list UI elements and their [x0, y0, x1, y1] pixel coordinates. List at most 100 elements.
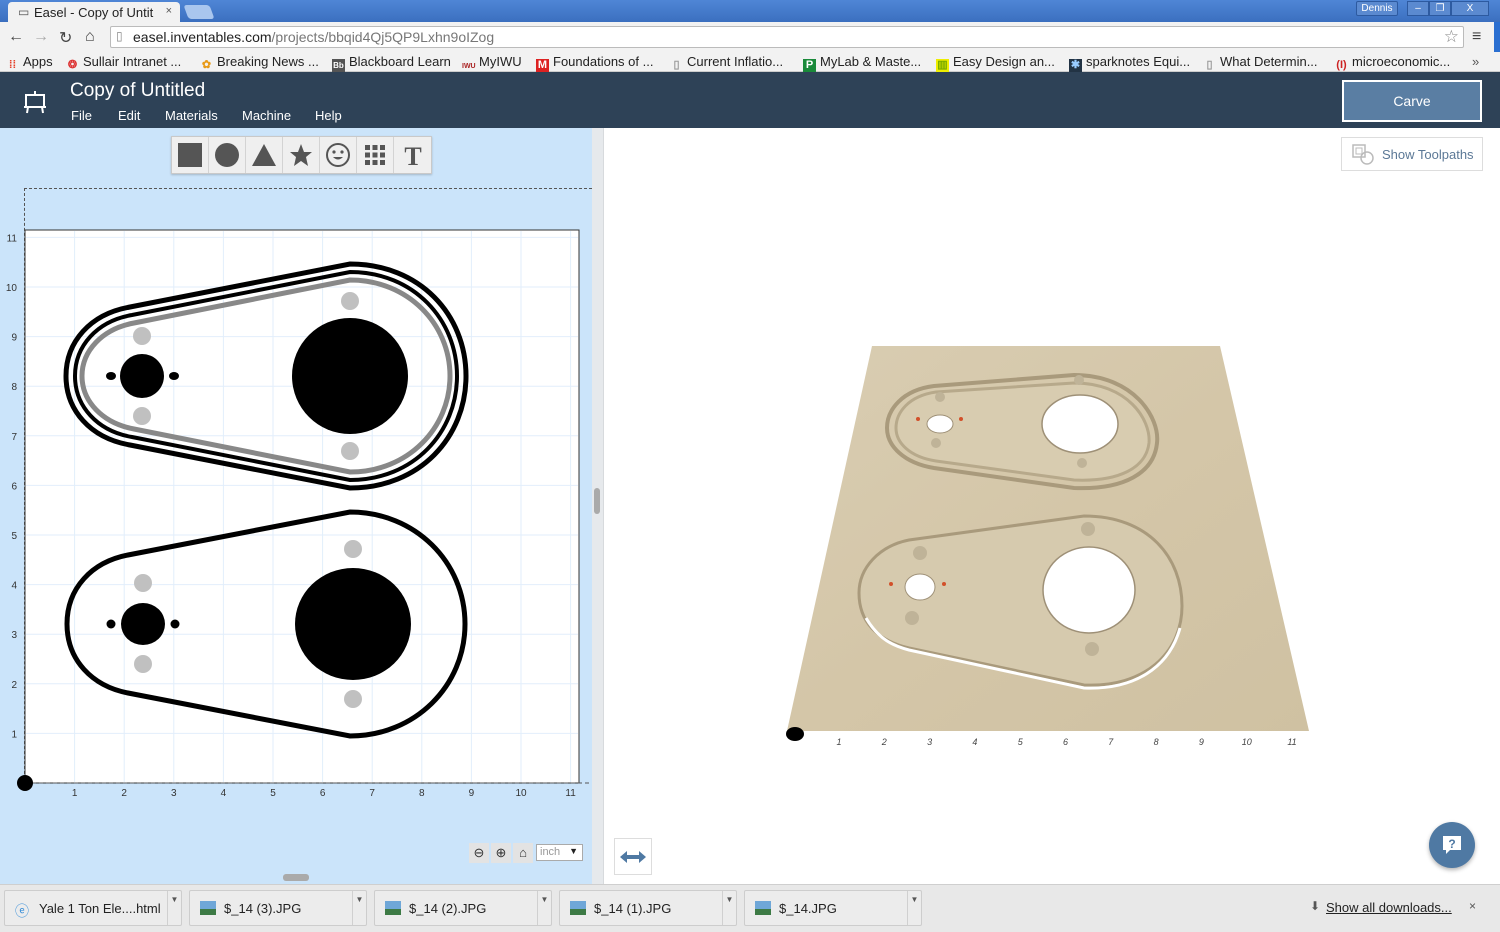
pocket-dot[interactable]: [134, 574, 152, 592]
x-tick-label: 4: [221, 788, 227, 799]
x-axis-ticks: 1 2 3 4 5 6 7 8 9 10 11: [72, 788, 576, 799]
easy-design-icon: ▥: [936, 59, 949, 72]
preview-x-tick-label: 5: [1018, 737, 1024, 747]
carve-button[interactable]: Carve: [1342, 80, 1482, 122]
show-all-downloads-link[interactable]: Show all downloads...: [1326, 900, 1452, 915]
pocket-dot[interactable]: [133, 327, 151, 345]
preview-x-tick-label: 2: [881, 737, 887, 747]
x-tick-label: 5: [270, 788, 276, 799]
swap-view-button[interactable]: [614, 838, 652, 875]
y-tick-label: 6: [11, 481, 17, 492]
download-item[interactable]: $_14.JPG ▼: [744, 890, 922, 926]
download-menu-arrow[interactable]: ▼: [537, 891, 551, 925]
preview-x-tick-label: 6: [1063, 737, 1068, 747]
preview-x-tick-label: 10: [1242, 737, 1252, 747]
bookmark-item[interactable]: P MyLab & Maste...: [803, 54, 921, 72]
preview-origin-marker: [786, 727, 804, 741]
pocket-dot[interactable]: [134, 655, 152, 673]
3d-preview[interactable]: 1 2 3 4 5 6 7 8 9 10 11: [604, 128, 1500, 884]
pocket-dot[interactable]: [341, 292, 359, 310]
bookmark-item[interactable]: ▯ Current Inflatio...: [670, 54, 783, 72]
minimize-button[interactable]: –: [1407, 1, 1429, 16]
download-menu-arrow[interactable]: ▼: [722, 891, 736, 925]
bookmark-item[interactable]: (I) microeconomic...: [1335, 54, 1450, 72]
y-tick-label: 9: [11, 333, 17, 344]
image-file-icon: [385, 901, 401, 915]
ie-html-icon: ⓔ: [15, 903, 29, 919]
origin-marker[interactable]: [17, 775, 33, 791]
download-item[interactable]: $_14 (1).JPG ▼: [559, 890, 737, 926]
pocket-dot[interactable]: [341, 442, 359, 460]
close-download-shelf-icon[interactable]: ×: [1469, 899, 1476, 913]
download-menu-arrow[interactable]: ▼: [167, 891, 181, 925]
x-tick-label: 8: [419, 788, 425, 799]
pocket-dot[interactable]: [344, 690, 362, 708]
unit-select[interactable]: inch ▼: [536, 844, 583, 861]
y-tick-label: 5: [11, 531, 17, 542]
x-tick-label: 7: [369, 788, 375, 799]
profile-button[interactable]: Dennis: [1356, 1, 1398, 16]
pin-hole[interactable]: [106, 619, 116, 629]
preview-x-tick-label: 3: [927, 737, 932, 747]
bookmark-item[interactable]: ▯ What Determin...: [1203, 54, 1317, 72]
x-tick-label: 6: [320, 788, 326, 799]
zoom-in-button[interactable]: ⊕: [491, 843, 511, 863]
x-tick-label: 2: [121, 788, 127, 799]
preview-x-tick-label: 11: [1287, 737, 1296, 747]
dropdown-arrow-icon: ▼: [569, 846, 578, 856]
sparknotes-icon: ✱: [1069, 59, 1082, 72]
help-chat-icon: ?: [1443, 836, 1461, 854]
large-hole[interactable]: [295, 568, 411, 680]
browser-menu-icon[interactable]: ≡: [1472, 28, 1481, 46]
close-window-button[interactable]: X: [1451, 1, 1489, 16]
bookmarks-overflow-button[interactable]: »: [1472, 54, 1479, 69]
y-tick-label: 7: [11, 432, 17, 443]
y-tick-label: 2: [11, 680, 17, 691]
pocket-dot[interactable]: [344, 540, 362, 558]
image-file-icon: [570, 901, 586, 915]
preview-x-tick-label: 9: [1199, 737, 1204, 747]
y-tick-label: 11: [7, 233, 18, 244]
preview-x-tick-label: 7: [1108, 737, 1114, 747]
p-icon: P: [803, 59, 816, 72]
download-arrow-icon: ⬇: [1310, 899, 1321, 913]
y-tick-label: 10: [6, 283, 18, 294]
small-hole[interactable]: [120, 354, 164, 398]
download-menu-arrow[interactable]: ▼: [907, 891, 921, 925]
download-item[interactable]: ⓔ Yale 1 Ton Ele....html ▼: [4, 890, 182, 926]
x-tick-label: 1: [72, 788, 78, 799]
zoom-out-button[interactable]: ⊖: [469, 843, 489, 863]
preview-x-tick-label: 1: [836, 737, 841, 747]
y-axis-ticks: 1 2 3 4 5 6 7 8 9 10 11: [6, 233, 18, 740]
horizontal-scroll-handle[interactable]: [283, 874, 309, 881]
x-tick-label: 3: [171, 788, 177, 799]
large-hole[interactable]: [292, 318, 408, 434]
image-file-icon: [200, 901, 216, 915]
preview-x-tick-label: 8: [1154, 737, 1159, 747]
bookmark-item[interactable]: ✱ sparknotes Equi...: [1069, 54, 1190, 72]
download-item[interactable]: $_14 (3).JPG ▼: [189, 890, 367, 926]
small-hole[interactable]: [121, 603, 165, 645]
preview-x-axis-ticks: 1 2 3 4 5 6 7 8 9 10 11: [836, 737, 1296, 747]
download-item[interactable]: $_14 (2).JPG ▼: [374, 890, 552, 926]
svg-text:?: ?: [1448, 837, 1455, 851]
page-icon: ▯: [673, 59, 680, 71]
pin-hole[interactable]: [170, 619, 180, 629]
y-tick-label: 1: [11, 729, 17, 740]
bookmark-star-icon[interactable]: ☆: [1444, 27, 1459, 47]
download-menu-arrow[interactable]: ▼: [352, 891, 366, 925]
side-indicator: [1494, 22, 1500, 52]
x-tick-label: 9: [469, 788, 475, 799]
bookmark-item[interactable]: ▥ Easy Design an...: [936, 54, 1055, 72]
help-chat-button[interactable]: ?: [1429, 822, 1475, 868]
design-canvas[interactable]: 1 2 3 4 5 6 7 8 9 10 11 1234567891011: [0, 0, 600, 810]
pin-hole[interactable]: [106, 372, 116, 380]
restore-button[interactable]: ❐: [1429, 1, 1451, 16]
y-tick-label: 4: [11, 581, 17, 592]
y-tick-label: 8: [11, 382, 17, 393]
pin-hole[interactable]: [169, 372, 179, 380]
home-view-button[interactable]: ⌂: [513, 843, 533, 863]
page-icon: ▯: [1206, 59, 1213, 71]
x-tick-label: 11: [565, 788, 576, 799]
pocket-dot[interactable]: [133, 407, 151, 425]
